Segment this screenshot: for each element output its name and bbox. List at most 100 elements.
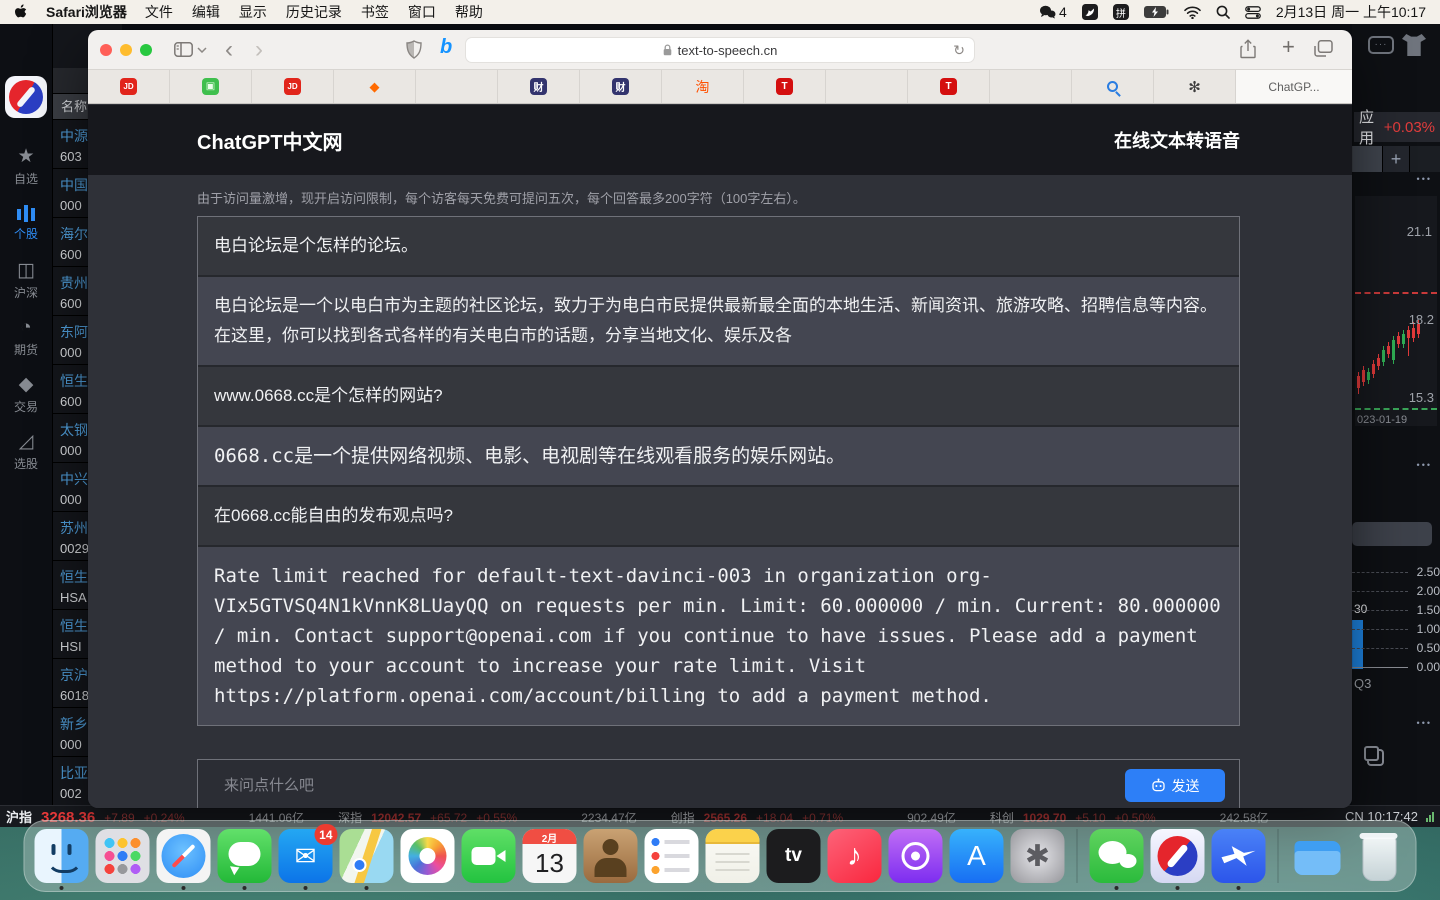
dock-item-podcasts[interactable] xyxy=(889,829,943,883)
dock-item-wechat[interactable] xyxy=(1090,829,1144,883)
dock-item-trash[interactable] xyxy=(1352,829,1406,883)
favorite-tab[interactable] xyxy=(1072,70,1154,103)
add-tab-icon[interactable] xyxy=(1382,146,1410,172)
dock-item-notes[interactable] xyxy=(706,829,760,883)
sidebar-item-选股[interactable]: 选股 xyxy=(0,429,52,473)
minimize-window-button[interactable] xyxy=(120,44,132,56)
theme-shirt-icon[interactable] xyxy=(1402,34,1426,56)
zoom-window-button[interactable] xyxy=(140,44,152,56)
privacy-shield-icon[interactable] xyxy=(406,40,422,59)
menu-item[interactable]: 编辑 xyxy=(192,2,220,22)
forward-button[interactable]: › xyxy=(255,40,263,60)
menu-item[interactable]: 窗口 xyxy=(408,2,436,22)
dock-item-launchpad[interactable] xyxy=(96,829,150,883)
nav-link-tts[interactable]: 在线文本转语音 xyxy=(1114,127,1240,153)
favorite-tab[interactable]: JD xyxy=(252,70,334,103)
favorite-tab[interactable] xyxy=(416,70,498,103)
dock-icon-glyph: tv xyxy=(767,829,821,883)
active-tab[interactable]: ChatGP... xyxy=(1236,70,1352,103)
chat-input[interactable] xyxy=(222,776,1125,795)
dock-item-downloads[interactable] xyxy=(1291,829,1345,883)
dock-item-maps[interactable] xyxy=(340,829,394,883)
favorite-tab[interactable] xyxy=(826,70,908,103)
dock-item-finder[interactable] xyxy=(35,829,89,883)
comment-bubble-icon[interactable]: ··· xyxy=(1368,36,1394,54)
dock-item-photos[interactable] xyxy=(401,829,455,883)
sidebar-item-期货[interactable]: 期货 xyxy=(0,315,52,359)
favorite-tab[interactable]: ◆ xyxy=(334,70,416,103)
favorite-tab[interactable]: JD xyxy=(88,70,170,103)
new-tab-icon[interactable]: + xyxy=(1282,34,1295,60)
battery-icon[interactable] xyxy=(1144,6,1169,18)
panel-tab[interactable] xyxy=(1352,146,1382,172)
send-button[interactable]: 发送 xyxy=(1125,769,1225,802)
dock-item-facetime[interactable] xyxy=(462,829,516,883)
sidebar-toggle-icon[interactable] xyxy=(174,42,193,57)
menubar-app-name[interactable]: Safari浏览器 xyxy=(46,2,127,22)
back-button[interactable]: ‹ xyxy=(225,40,233,60)
bird-app-menu-icon[interactable] xyxy=(1082,4,1098,20)
control-center-icon[interactable] xyxy=(1245,6,1261,19)
flame-icon: ◆ xyxy=(366,78,383,95)
favorite-tab[interactable]: ✻ xyxy=(1154,70,1236,103)
apple-logo-icon[interactable] xyxy=(14,4,28,20)
wifi-icon[interactable] xyxy=(1184,6,1201,19)
address-bar[interactable]: text-to-speech.cn ↻ xyxy=(465,37,975,63)
dock-icon-glyph: ✱ xyxy=(1011,829,1065,883)
dock-item-music[interactable]: ♪ xyxy=(828,829,882,883)
input-method-icon[interactable]: 拼 xyxy=(1113,4,1129,20)
panel-more-icon[interactable] xyxy=(1417,718,1432,732)
reload-icon[interactable]: ↻ xyxy=(953,42,965,59)
menubar-datetime[interactable]: 2月13日 周一 上午10:17 xyxy=(1276,2,1426,22)
close-window-button[interactable] xyxy=(100,44,112,56)
dock-separator xyxy=(1278,829,1279,883)
menu-item[interactable]: 历史记录 xyxy=(286,2,342,22)
sidebar-item-个股[interactable]: 个股 xyxy=(0,201,52,245)
chat-history: 电白论坛是个怎样的论坛。电白论坛是一个以电白市为主题的社区论坛，致力于为电白市民… xyxy=(197,216,1240,726)
favorite-tab[interactable]: T xyxy=(908,70,990,103)
wechat-menu-icon[interactable]: 4 xyxy=(1039,4,1067,20)
favorite-tab[interactable]: T xyxy=(744,70,826,103)
favorite-tab[interactable] xyxy=(990,70,1072,103)
dock-item-reminders[interactable] xyxy=(645,829,699,883)
dock-item-appstore[interactable]: A xyxy=(950,829,1004,883)
wechat-badge-count: 4 xyxy=(1059,4,1067,20)
dock-item-contacts[interactable] xyxy=(584,829,638,883)
menu-item[interactable]: 文件 xyxy=(145,2,173,22)
panel-tab-row xyxy=(1352,146,1440,172)
dock-item-xunlei[interactable] xyxy=(1212,829,1266,883)
bar-chart-gridline: 0.50 xyxy=(1352,648,1408,649)
dock-item-mail[interactable]: ✉14 xyxy=(279,829,333,883)
dock-item-safari[interactable] xyxy=(157,829,211,883)
favorite-tab[interactable]: ▣ xyxy=(170,70,252,103)
site-title[interactable]: ChatGPT中文网 xyxy=(197,126,343,155)
chat-input-row: 发送 xyxy=(197,759,1240,808)
share-icon[interactable] xyxy=(1240,39,1256,59)
panel-more-icon[interactable] xyxy=(1417,174,1432,188)
spotlight-search-icon[interactable] xyxy=(1216,5,1230,19)
dock-item-messages[interactable] xyxy=(218,829,272,883)
bing-extension-icon[interactable]: b xyxy=(440,36,452,59)
menu-item[interactable]: 书签 xyxy=(361,2,389,22)
menu-item[interactable]: 显示 xyxy=(239,2,267,22)
t-icon: T xyxy=(776,78,793,95)
chevron-down-icon[interactable] xyxy=(197,47,207,53)
panel-more-icon[interactable] xyxy=(1417,460,1432,474)
dock-item-calendar[interactable]: 2月13 xyxy=(523,829,577,883)
menu-item[interactable]: 帮助 xyxy=(455,2,483,22)
favorite-tab[interactable]: 财 xyxy=(498,70,580,103)
index-name: 沪指 xyxy=(6,807,32,826)
sidebar-item-自选[interactable]: 自选 xyxy=(0,144,52,188)
favorite-tab[interactable]: 淘 xyxy=(662,70,744,103)
webpage: ChatGPT中文网 在线文本转语音 由于访问量激增，现开启访问限制，每个访客每… xyxy=(88,105,1352,808)
favorite-tab[interactable]: 财 xyxy=(580,70,662,103)
sidebar-item-交易[interactable]: 交易 xyxy=(0,372,52,416)
dock-item-stocks-app[interactable] xyxy=(1151,829,1205,883)
tab-overview-icon[interactable] xyxy=(1314,40,1333,57)
sidebar-item-沪深[interactable]: 沪深 xyxy=(0,258,52,302)
app-tab[interactable]: 应用 +0.03% xyxy=(1354,112,1440,142)
running-indicator-dot xyxy=(1237,886,1241,890)
dock-item-appletv[interactable]: tv xyxy=(767,829,821,883)
settings-icon: ✱ xyxy=(1011,829,1065,883)
dock-item-settings[interactable]: ✱ xyxy=(1011,829,1065,883)
